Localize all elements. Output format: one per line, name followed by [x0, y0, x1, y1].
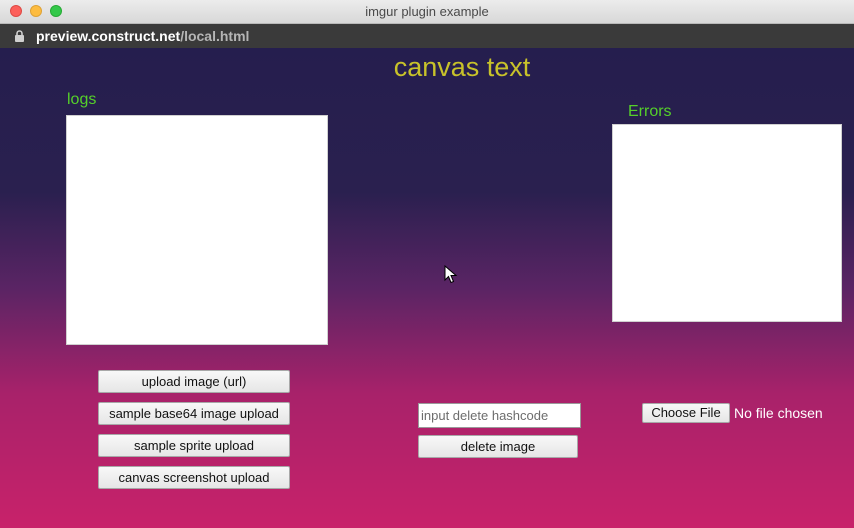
address-bar[interactable]: preview.construct.net/local.html	[0, 24, 854, 48]
canvas-screenshot-upload-button[interactable]: canvas screenshot upload	[98, 466, 290, 489]
url-path: /local.html	[180, 28, 250, 44]
mouse-cursor-icon	[444, 265, 458, 284]
url-host: preview.construct.net	[36, 28, 181, 44]
url-text[interactable]: preview.construct.net/local.html	[36, 28, 249, 44]
errors-panel	[612, 124, 842, 322]
choose-file-button[interactable]: Choose File	[642, 403, 730, 423]
canvas-heading: canvas text	[393, 52, 531, 82]
delete-hashcode-input[interactable]	[418, 403, 581, 428]
window-title: imgur plugin example	[365, 4, 489, 19]
base64-upload-button[interactable]: sample base64 image upload	[98, 402, 290, 425]
errors-label: Errors	[628, 103, 672, 120]
lock-icon	[15, 30, 24, 42]
upload-image-url-button[interactable]: upload image (url)	[98, 370, 290, 393]
title-bar: imgur plugin example	[0, 0, 854, 24]
logs-panel	[66, 115, 328, 345]
file-status: No file chosen	[734, 405, 823, 421]
logs-label: logs	[67, 91, 97, 108]
sprite-upload-button[interactable]: sample sprite upload	[98, 434, 290, 457]
delete-image-button[interactable]: delete image	[418, 435, 578, 458]
page-canvas: canvas text logs Errors upload image (ur…	[0, 48, 854, 528]
